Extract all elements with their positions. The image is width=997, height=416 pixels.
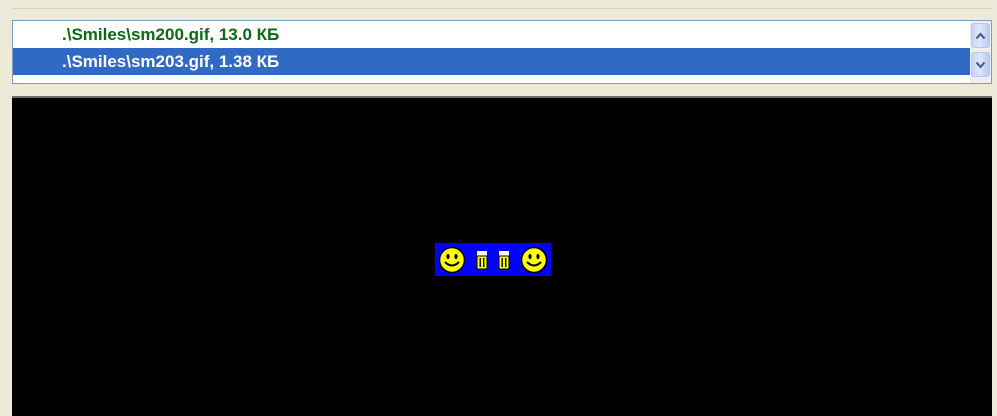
file-list-item[interactable]: .\Smiles\sm200.gif, 13.0 КБ xyxy=(13,21,970,48)
window-left-edge xyxy=(0,0,12,416)
file-list[interactable]: .\Smiles\sm200.gif, 13.0 КБ .\Smiles\sm2… xyxy=(12,20,992,84)
scroll-down-button[interactable] xyxy=(971,52,990,77)
smiley-icon xyxy=(438,246,466,273)
chevron-down-icon xyxy=(975,61,986,69)
window-right-edge xyxy=(992,0,997,416)
file-list-rows: .\Smiles\sm200.gif, 13.0 КБ .\Smiles\sm2… xyxy=(13,21,970,83)
window-top-edge xyxy=(0,8,997,9)
vertical-scrollbar[interactable] xyxy=(970,21,991,83)
beer-mug-icon xyxy=(498,250,510,269)
scroll-up-button[interactable] xyxy=(971,23,990,48)
beer-mug-icon xyxy=(476,250,488,269)
chevron-up-icon xyxy=(975,31,986,39)
smiley-icon xyxy=(520,246,548,273)
preview-image xyxy=(435,243,551,276)
file-list-item-selected[interactable]: .\Smiles\sm203.gif, 1.38 КБ xyxy=(13,48,970,75)
pane-splitter[interactable] xyxy=(0,88,997,96)
image-preview-pane xyxy=(12,96,992,416)
